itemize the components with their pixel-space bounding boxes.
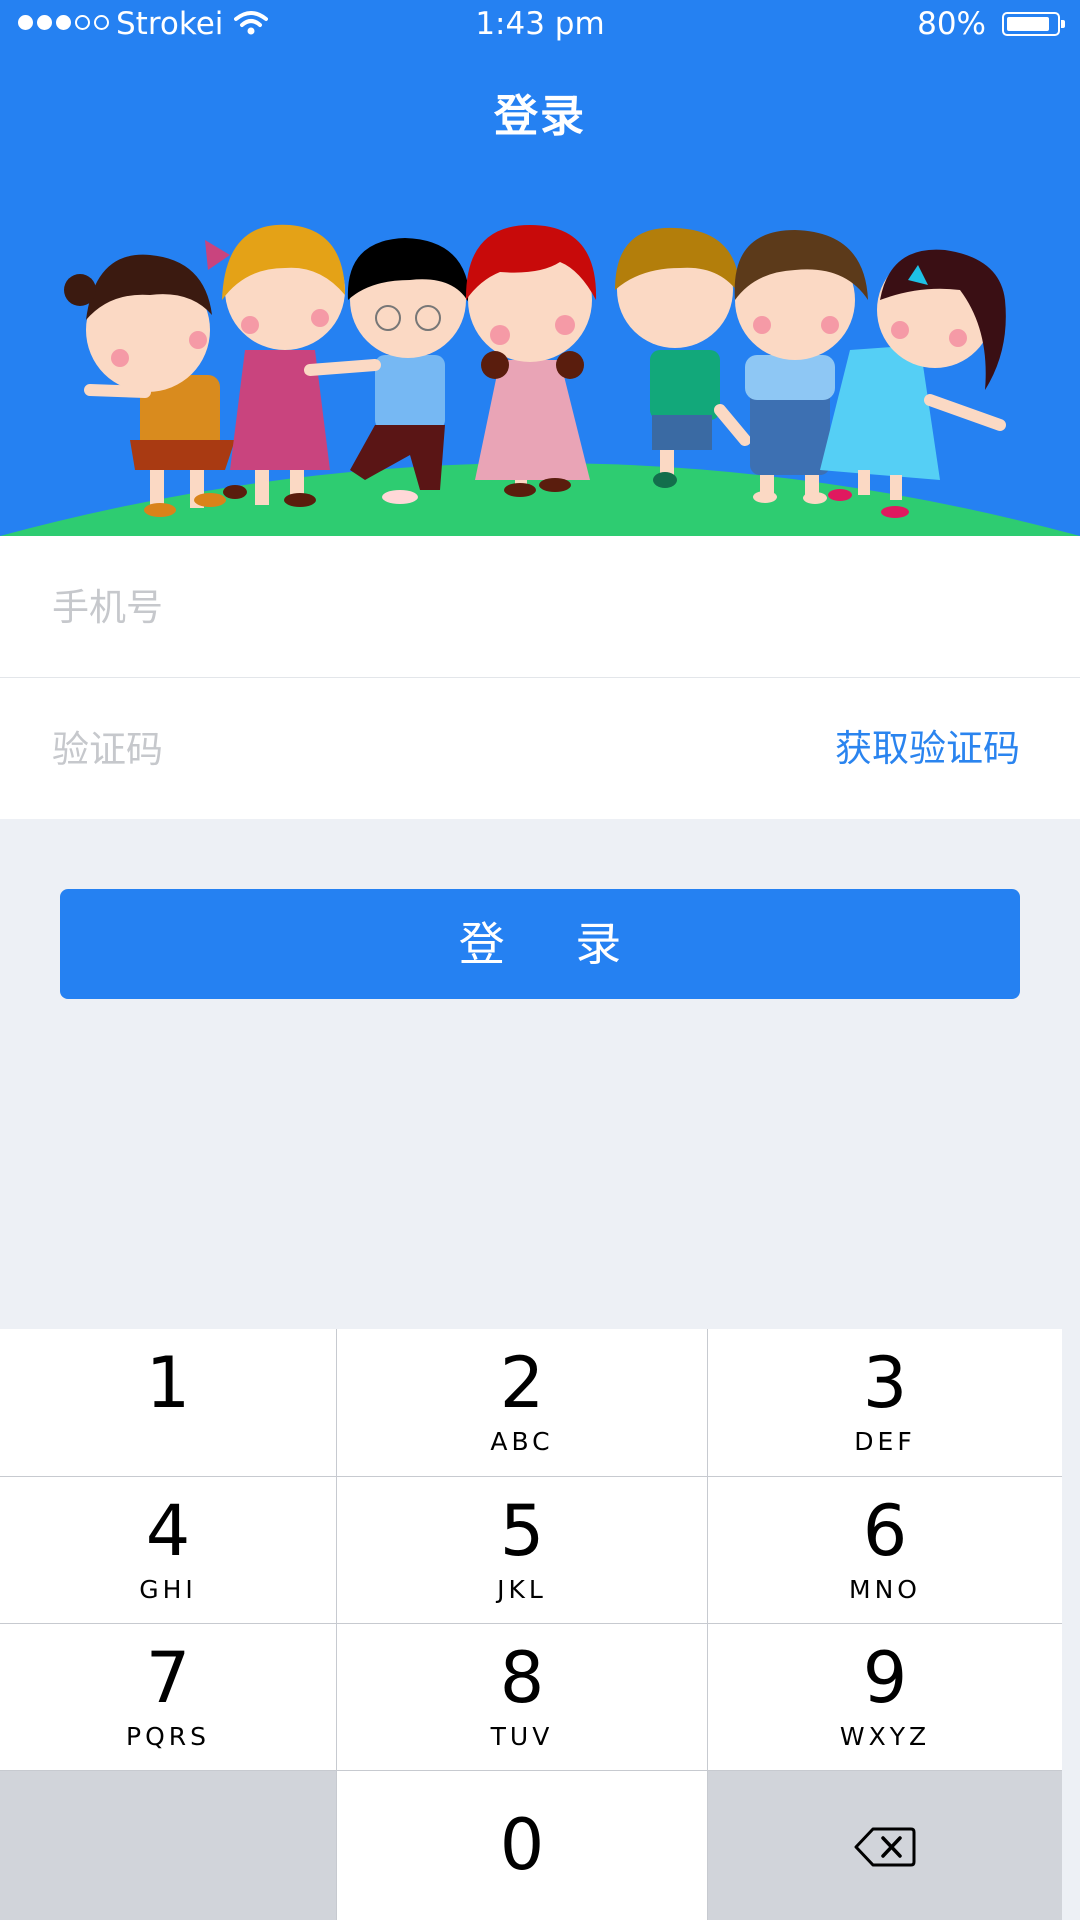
keyboard-edge [1062, 1329, 1080, 1920]
children-illustration [0, 224, 1080, 536]
battery-percentage: 80% [917, 6, 986, 42]
key-0[interactable]: 0 [337, 1771, 707, 1920]
key-number: 6 [862, 1490, 908, 1572]
login-button[interactable]: 登 录 [60, 889, 1020, 999]
key-number: 5 [499, 1490, 545, 1572]
key-letters: DEF [854, 1427, 916, 1456]
header-banner: Strokei 1:43 pm 80% 登录 [0, 0, 1080, 536]
key-blank [0, 1771, 336, 1920]
key-9[interactable]: 9 WXYZ [708, 1624, 1062, 1770]
status-bar: Strokei 1:43 pm 80% [0, 0, 1080, 50]
key-number: 4 [145, 1490, 191, 1572]
key-1[interactable]: 1 [0, 1329, 336, 1476]
numeric-keypad: 1 2 ABC 3 DEF 4 GHI 5 JKL 6 MNO 7 PQRS 8… [0, 1329, 1062, 1920]
key-letters: WXYZ [839, 1722, 931, 1751]
key-letters: PQRS [126, 1722, 210, 1751]
key-letters: JKL [497, 1575, 547, 1604]
key-6[interactable]: 6 MNO [708, 1477, 1062, 1623]
verification-code-input[interactable] [50, 678, 754, 821]
backspace-icon [854, 1827, 916, 1867]
battery-icon [1002, 12, 1065, 36]
key-letters: ABC [490, 1427, 554, 1456]
key-number: 8 [499, 1637, 545, 1719]
page-title: 登录 [494, 91, 586, 142]
key-number: 9 [862, 1637, 908, 1719]
key-number: 7 [145, 1637, 191, 1719]
key-4[interactable]: 4 GHI [0, 1477, 336, 1623]
key-letters: GHI [139, 1575, 197, 1604]
key-number: 2 [499, 1342, 545, 1424]
key-letters: MNO [849, 1575, 921, 1604]
login-form: 获取验证码 [0, 536, 1080, 821]
phone-row [0, 536, 1080, 679]
key-7[interactable]: 7 PQRS [0, 1624, 336, 1770]
key-number: 1 [145, 1342, 191, 1424]
key-letters: TUV [490, 1722, 554, 1751]
key-number: 0 [499, 1804, 545, 1886]
phone-input[interactable] [50, 536, 754, 679]
key-8[interactable]: 8 TUV [337, 1624, 707, 1770]
key-5[interactable]: 5 JKL [337, 1477, 707, 1623]
key-3[interactable]: 3 DEF [708, 1329, 1062, 1476]
key-2[interactable]: 2 ABC [337, 1329, 707, 1476]
code-row: 获取验证码 [0, 677, 1080, 821]
get-code-button[interactable]: 获取验证码 [835, 678, 1020, 819]
key-number: 3 [862, 1342, 908, 1424]
backspace-key[interactable] [708, 1771, 1062, 1920]
